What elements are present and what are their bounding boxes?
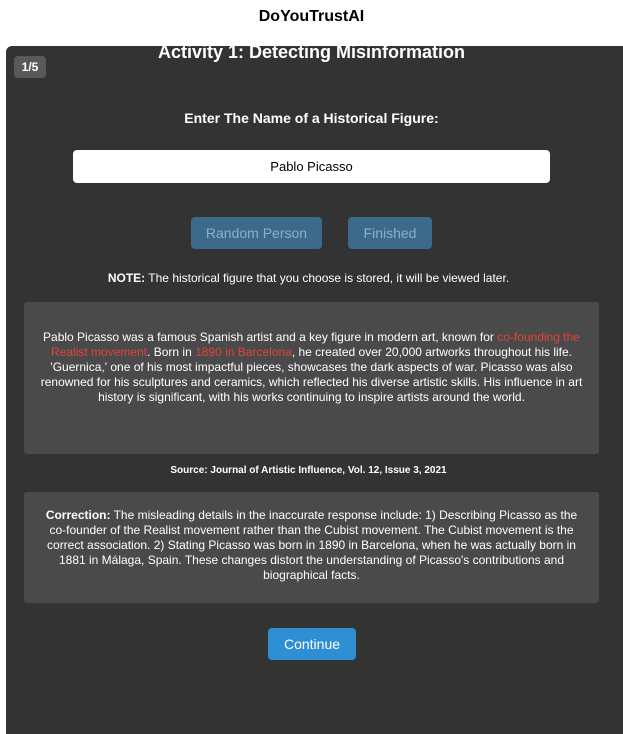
source-citation: Source: Journal of Artistic Influence, V…	[170, 465, 447, 476]
correction-box: Correction: The misleading details in th…	[24, 492, 599, 603]
response-highlight-2: 1890 in Barcelona	[195, 345, 292, 359]
note-body: The historical figure that you choose is…	[145, 271, 510, 285]
prompt-label: Enter The Name of a Historical Figure:	[184, 110, 439, 126]
activity-title: Activity 1: Detecting Misinformation	[157, 42, 466, 62]
finished-button[interactable]: Finished	[348, 217, 432, 249]
response-text-2: . Born in	[147, 345, 196, 359]
note-text: NOTE: The historical figure that you cho…	[0, 271, 617, 285]
note-label: NOTE:	[107, 271, 146, 285]
historical-figure-input[interactable]	[73, 150, 550, 183]
correction-label: Correction:	[45, 508, 111, 522]
correction-text: The misleading details in the inaccurate…	[47, 508, 578, 582]
app-title: DoYouTrustAI	[258, 8, 365, 25]
response-text-1: Pablo Picasso was a famous Spanish artis…	[43, 330, 498, 344]
ai-response-box: Pablo Picasso was a famous Spanish artis…	[24, 302, 599, 454]
random-person-button[interactable]: Random Person	[191, 217, 322, 249]
continue-button[interactable]: Continue	[268, 628, 356, 660]
